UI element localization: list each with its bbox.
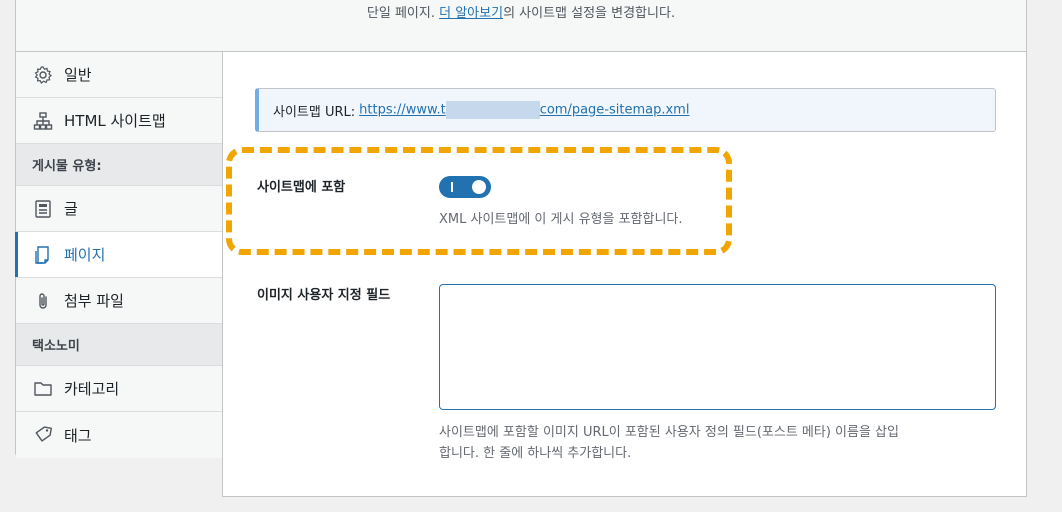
sidebar-item-tags[interactable]: 태그 [16,412,223,458]
include-in-sitemap-description: XML 사이트맵에 이 게시 유형을 포함합니다. [439,212,683,227]
gear-icon [32,64,54,86]
sitemap-url-label: 사이트맵 URL: [273,104,356,120]
sitemap-icon [32,110,54,132]
sitemap-url-link[interactable]: https://www.t com/page-sitemap.xml [359,101,689,119]
include-in-sitemap-toggle[interactable] [439,176,491,198]
sidebar-item-posts[interactable]: 글 [16,186,223,232]
top-panel: 단일 페이지. 더 알아보기의 사이트맵 설정을 변경합니다. [15,0,1027,52]
page-icon [32,244,54,266]
sidebar-item-html-sitemap[interactable]: HTML 사이트맵 [16,98,223,144]
sidebar-item-label: 카테고리 [64,380,120,398]
image-custom-fields-textarea[interactable] [439,284,996,410]
sidebar-item-label: 태그 [64,426,92,445]
include-in-sitemap-label: 사이트맵에 포함 [257,180,346,195]
sitemap-url-notice: 사이트맵 URL: https://www.t com/page-sitemap.… [255,88,996,132]
sidebar-item-general[interactable]: 일반 [16,52,223,98]
page-description: 단일 페이지. 더 알아보기의 사이트맵 설정을 변경합니다. [366,6,676,21]
image-custom-fields-label: 이미지 사용자 지정 필드 [257,288,391,303]
post-icon [32,198,54,220]
sidebar-item-categories[interactable]: 카테고리 [16,366,223,412]
sidebar-item-label: HTML 사이트맵 [64,112,166,130]
learn-more-link[interactable]: 더 알아보기 [439,6,503,21]
sidebar-item-pages[interactable]: 페이지 [15,232,223,278]
sidebar-item-attachments[interactable]: 첨부 파일 [16,278,223,324]
settings-panel: 사이트맵 URL: https://www.t com/page-sitemap.… [222,52,1027,497]
tag-icon [32,424,54,446]
sidebar-heading-taxonomies: 택소노미 [16,324,223,366]
image-custom-fields-description-line2: 합니다. 한 줄에 하나씩 추가합니다. [439,446,632,461]
sidebar-item-label: 첨부 파일 [64,292,124,310]
redacted-block [445,101,540,119]
sidebar-item-label: 일반 [64,66,92,84]
sidebar-item-label: 페이지 [64,246,106,264]
folder-icon [32,378,54,400]
sidebar: 일반 HTML 사이트맵 게시물 유형: 글 페이지 첨부 파일 택소노미 카테… [15,52,223,458]
image-custom-fields-description-line1: 사이트맵에 포함할 이미지 URL이 포함된 사용자 정의 필드(포스트 메타)… [439,425,899,440]
sidebar-heading-post-types: 게시물 유형: [16,144,223,186]
highlight-annotation [226,147,732,255]
sidebar-item-label: 글 [64,200,78,218]
paperclip-icon [32,290,54,312]
